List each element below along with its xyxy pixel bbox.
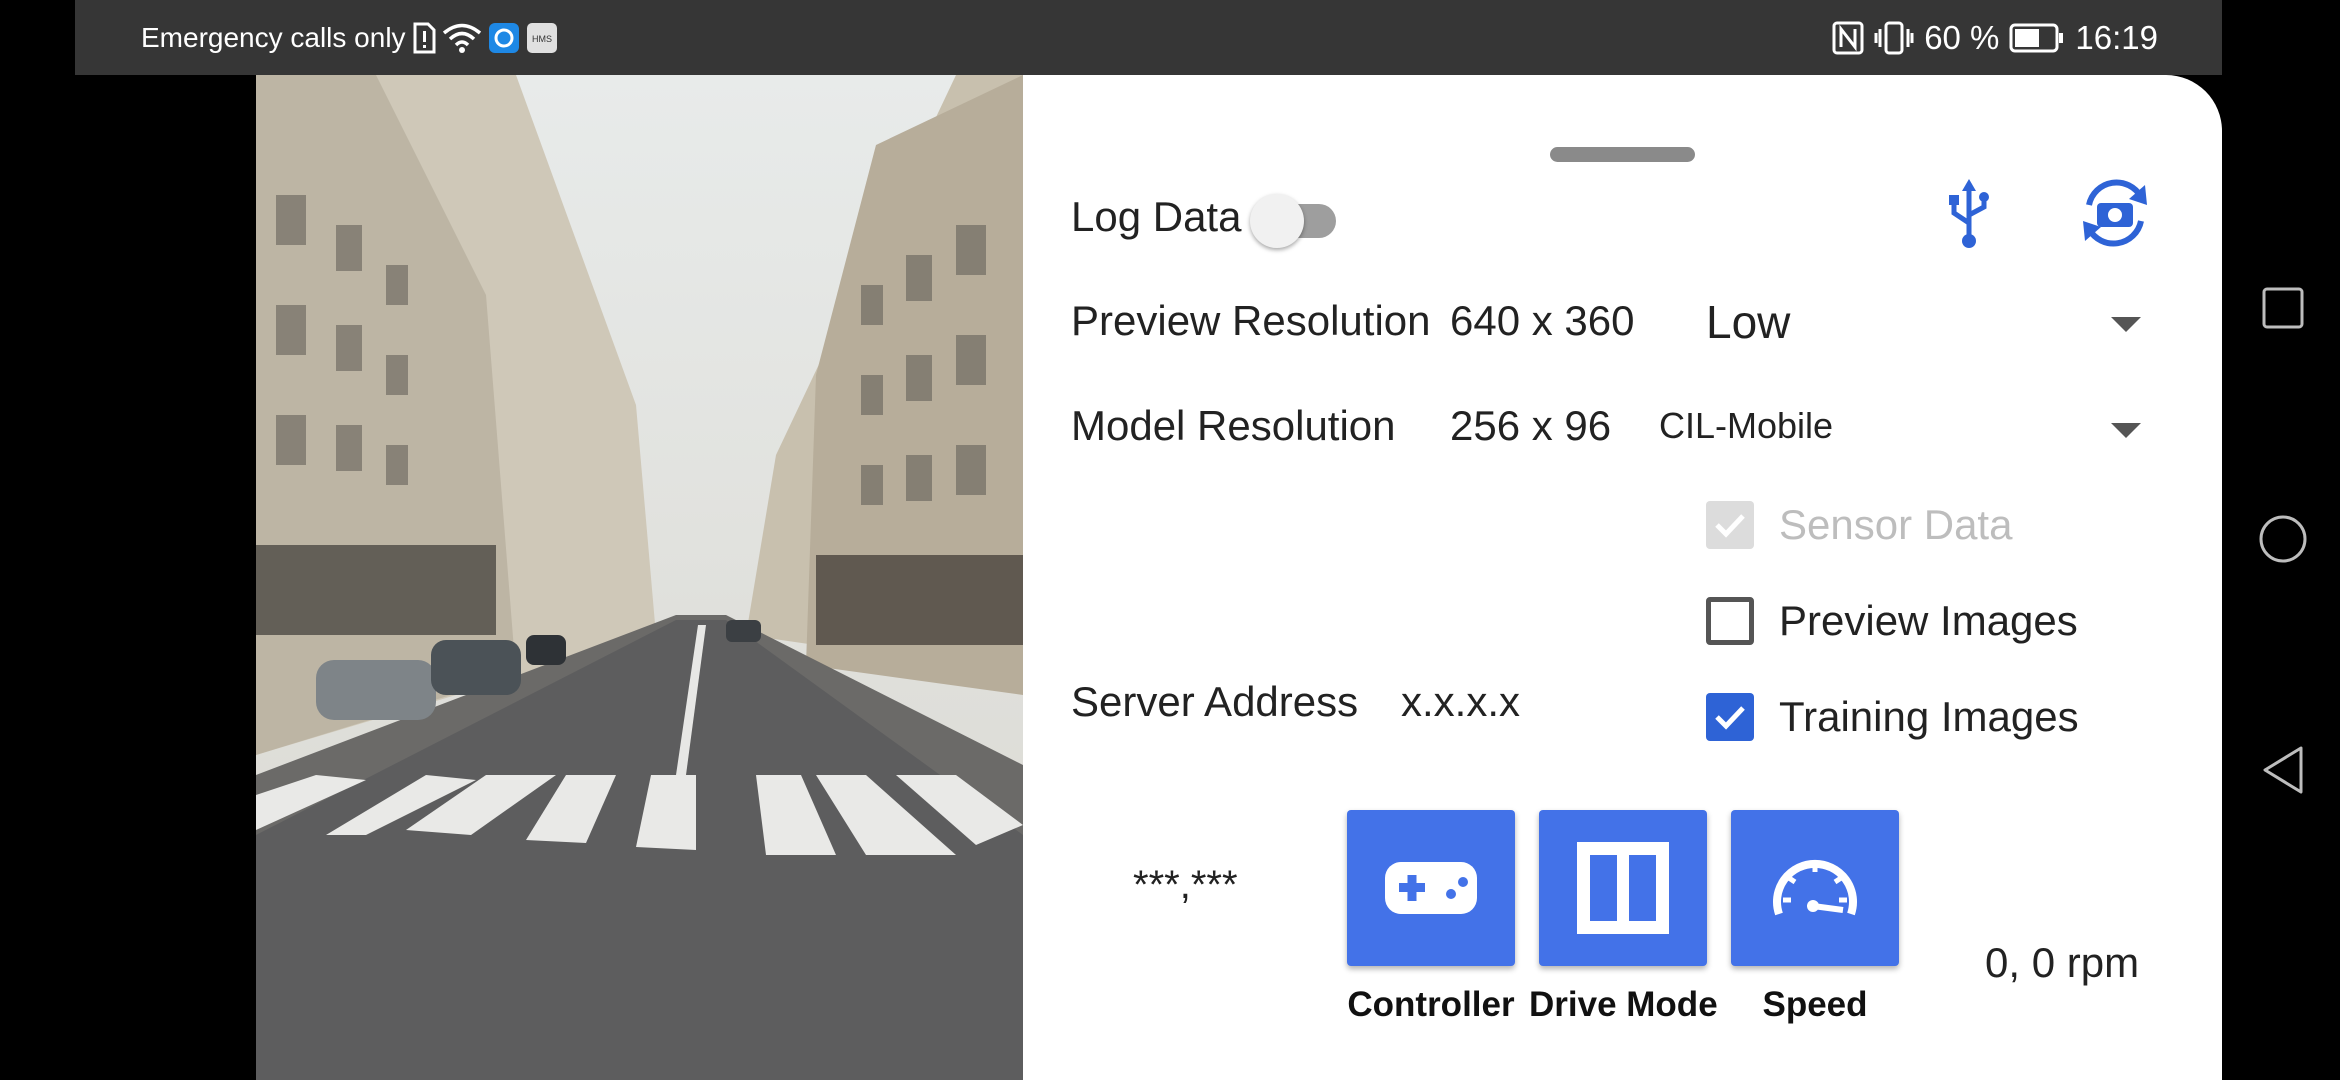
switch-camera-icon[interactable]: [2077, 175, 2153, 256]
drive-mode-label: Drive Mode: [1529, 985, 1718, 1024]
checkbox-unchecked[interactable]: [1706, 597, 1754, 645]
model-selected: CIL-Mobile: [1659, 405, 1834, 446]
control-readout: ***,***: [1133, 863, 1238, 907]
checkbox-checked-disabled: [1706, 501, 1754, 549]
nfc-icon: [1832, 21, 1864, 55]
preview-resolution-label: Preview Resolution: [1071, 297, 1431, 344]
dropdown-arrow-icon: [2111, 317, 2141, 332]
log-data-label: Log Data: [1071, 193, 1242, 240]
recent-apps-button[interactable]: [2260, 285, 2306, 331]
vibrate-icon: [1874, 21, 1914, 55]
wifi-icon: [442, 22, 482, 54]
preview-quality-dropdown[interactable]: Low: [1706, 295, 2146, 355]
battery-icon: [2009, 23, 2065, 53]
status-bar: Emergency calls only HMS 60 % 16:19: [75, 0, 2222, 75]
app-icon: [488, 22, 520, 54]
controller-button[interactable]: [1347, 810, 1515, 966]
hms-icon: HMS: [526, 22, 558, 54]
speed-label: Speed: [1762, 985, 1868, 1024]
home-button[interactable]: [2258, 514, 2308, 564]
model-dropdown[interactable]: CIL-Mobile: [1659, 405, 2146, 465]
back-button[interactable]: [2260, 745, 2306, 795]
svg-text:HMS: HMS: [532, 34, 552, 44]
dropdown-arrow-icon: [2111, 423, 2141, 438]
rpm-readout: 0, 0 rpm: [1985, 939, 2140, 986]
sim-alert-icon: [412, 22, 436, 54]
drag-handle[interactable]: [1550, 147, 1695, 162]
training-images-checkbox[interactable]: Training Images: [1706, 693, 2079, 741]
drive-mode-icon: [1577, 842, 1669, 934]
checkbox-checked[interactable]: [1706, 693, 1754, 741]
training-images-label: Training Images: [1779, 693, 2079, 740]
usb-icon[interactable]: [1944, 179, 1994, 254]
speedometer-icon: [1773, 859, 1857, 916]
square-icon: [2262, 287, 2304, 329]
preview-quality-selected: Low: [1706, 296, 1791, 348]
controller-label: Controller: [1347, 985, 1515, 1024]
model-resolution-value: 256 x 96: [1450, 402, 1612, 449]
back-triangle-icon: [2263, 746, 2303, 794]
preview-images-label: Preview Images: [1779, 597, 2078, 644]
log-data-toggle[interactable]: [1250, 192, 1346, 248]
clock: 16:19: [2075, 18, 2158, 56]
sensor-data-checkbox: Sensor Data: [1706, 501, 2012, 549]
server-address-label: Server Address: [1071, 678, 1359, 725]
camera-preview: [256, 75, 1023, 1080]
preview-images-checkbox[interactable]: Preview Images: [1706, 597, 2078, 645]
server-address-value[interactable]: x.x.x.x: [1401, 678, 1520, 726]
model-resolution-label: Model Resolution: [1071, 402, 1396, 449]
street-scene-image: [256, 75, 1023, 1080]
sensor-data-label: Sensor Data: [1779, 501, 2013, 548]
speed-button[interactable]: [1731, 810, 1899, 966]
carrier-text: Emergency calls only: [141, 21, 406, 53]
battery-percent: 60 %: [1924, 18, 2000, 56]
drive-mode-button[interactable]: [1539, 810, 1707, 966]
gamepad-icon: [1385, 862, 1477, 914]
settings-bottom-sheet: Log Data Preview Resolution 640 x 360 Lo…: [1023, 75, 2222, 1080]
circle-icon: [2259, 515, 2307, 563]
preview-resolution-value: 640 x 360: [1450, 297, 1635, 344]
